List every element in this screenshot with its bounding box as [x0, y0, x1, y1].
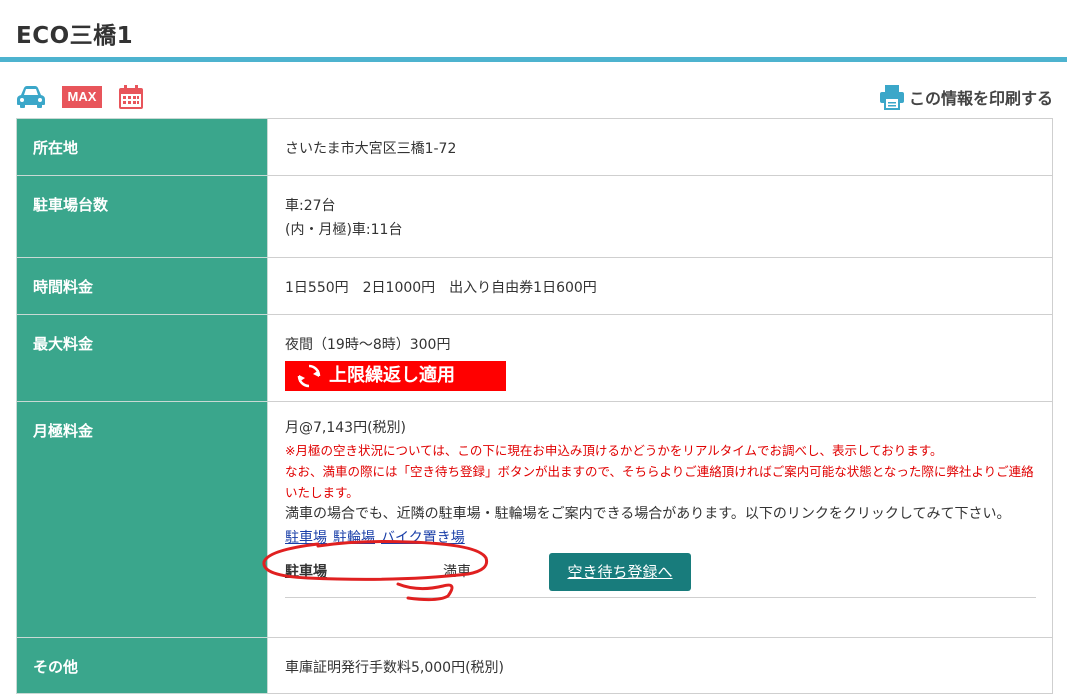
value-max: 夜間（19時～8時）300円 上限繰返し適用 — [267, 314, 1053, 402]
capacity-line-1: 車:27台 — [285, 198, 336, 214]
refresh-icon — [297, 364, 321, 388]
label-location: 所在地 — [16, 118, 268, 176]
value-monthly: 月@7,143円(税別) ※月極の空き状況については、この下に現在お申込み頂ける… — [267, 401, 1053, 638]
row-capacity: 駐車場台数 車:27台 (内・月極)車:11台 — [16, 175, 1053, 258]
print-button[interactable]: この情報を印刷する — [879, 84, 1053, 110]
page-title: ECO三橋1 — [16, 23, 134, 49]
row-monthly: 月極料金 月@7,143円(税別) ※月極の空き状況については、この下に現在お申… — [16, 401, 1053, 638]
row-hourly: 時間料金 1日550円 2日1000円 出入り自由券1日600円 — [16, 257, 1053, 315]
label-capacity: 駐車場台数 — [16, 175, 268, 258]
label-other: その他 — [16, 637, 268, 694]
availability-label: 駐車場 — [285, 563, 327, 580]
printer-icon — [879, 85, 904, 110]
row-max: 最大料金 夜間（19時～8時）300円 上限繰返し適用 — [16, 314, 1053, 402]
feature-icons: MAX — [16, 83, 144, 111]
availability-status: 満車 — [443, 563, 471, 580]
row-other: その他 車庫証明発行手数料5,000円(税別) — [16, 637, 1053, 694]
row-location: 所在地 さいたま市大宮区三橋1-72 — [16, 118, 1053, 176]
max-icon: MAX — [62, 86, 102, 108]
wait-register-button[interactable]: 空き待ち登録へ — [549, 552, 691, 591]
monthly-note-1: ※月極の空き状況については、この下に現在お申込み頂けるかどうかをリアルタイムでお… — [285, 443, 943, 458]
label-max: 最大料金 — [16, 314, 268, 402]
value-hourly: 1日550円 2日1000円 出入り自由券1日600円 — [267, 257, 1053, 315]
monthly-price: 月@7,143円(税別) — [285, 420, 407, 436]
availability-row: 駐車場 満車 空き待ち登録へ — [285, 552, 1036, 598]
badge-label: 上限繰返し適用 — [329, 365, 455, 386]
car-icon — [16, 85, 46, 109]
value-other: 車庫証明発行手数料5,000円(税別) — [267, 637, 1053, 694]
page-header: ECO三橋1 — [0, 0, 1067, 62]
link-parking[interactable]: 駐車場 — [285, 530, 327, 546]
capacity-line-2: (内・月極)車:11台 — [285, 222, 403, 238]
label-hourly: 時間料金 — [16, 257, 268, 315]
repeat-limit-badge: 上限繰返し適用 — [285, 361, 506, 391]
value-location: さいたま市大宮区三橋1-72 — [267, 118, 1053, 176]
link-bicycle[interactable]: 駐輪場 — [333, 530, 375, 546]
link-motorbike[interactable]: バイク置き場 — [381, 530, 465, 546]
parking-info-table: 所在地 さいたま市大宮区三橋1-72 駐車場台数 車:27台 (内・月極)車:1… — [16, 118, 1053, 694]
calendar-icon — [118, 84, 144, 110]
monthly-note-2: なお、満車の際には「空き待ち登録」ボタンが出ますので、そちらよりご連絡頂ければご… — [285, 464, 1034, 500]
nearby-links: 駐車場 駐輪場 バイク置き場 — [285, 526, 1036, 550]
label-monthly: 月極料金 — [16, 401, 268, 638]
monthly-info: 満車の場合でも、近隣の駐車場・駐輪場をご案内できる場合があります。以下のリンクを… — [285, 506, 1011, 522]
max-price: 夜間（19時～8時）300円 — [285, 337, 451, 353]
value-capacity: 車:27台 (内・月極)車:11台 — [267, 175, 1053, 258]
print-label: この情報を印刷する — [908, 89, 1053, 108]
